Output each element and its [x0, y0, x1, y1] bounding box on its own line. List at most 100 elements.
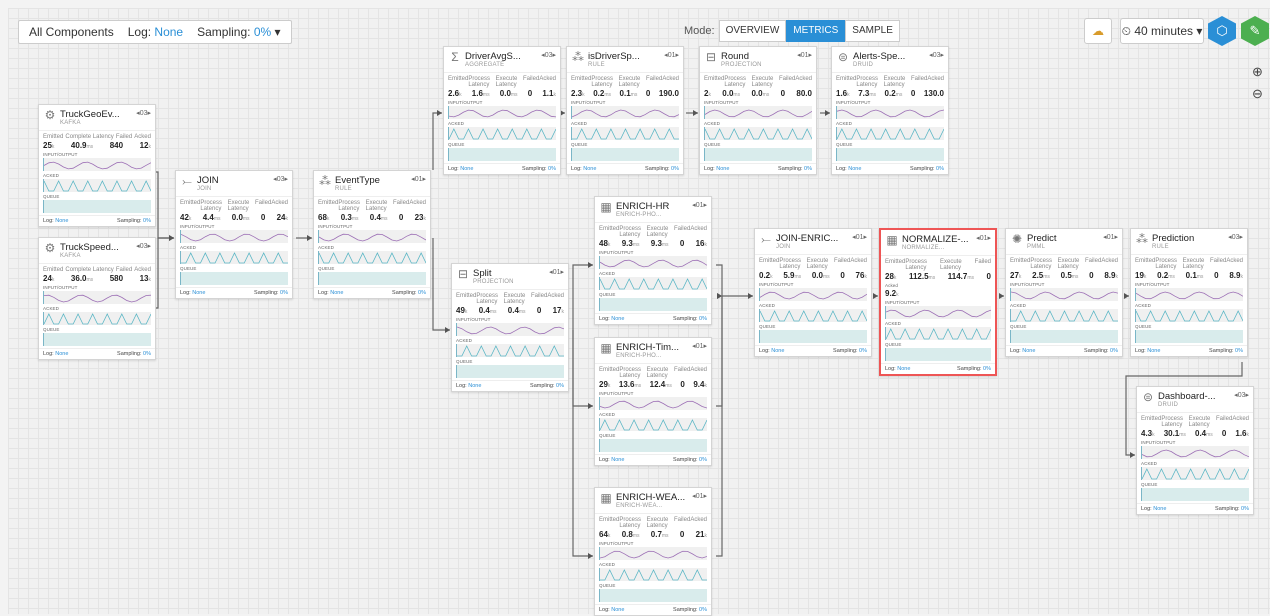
chevron-right-icon[interactable]: ▸: [422, 176, 426, 183]
node-sampling-setting[interactable]: Sampling: 0%: [778, 166, 812, 172]
node-log-setting[interactable]: Log: None: [180, 290, 205, 296]
node-log-setting[interactable]: Log: None: [456, 383, 481, 389]
node-sampling-setting[interactable]: Sampling: 0%: [392, 290, 426, 296]
node-sampling-setting[interactable]: Sampling: 0%: [522, 166, 556, 172]
metric-number: 0.1: [619, 89, 631, 98]
node-log-setting[interactable]: Log: None: [599, 607, 624, 613]
parallelism-control[interactable]: ◂03▸: [1228, 233, 1243, 241]
node-sampling-setting[interactable]: Sampling: 0%: [957, 366, 991, 372]
node-enrich-wea[interactable]: ▦ ENRICH-WEA... ENRICH-WEA... ◂01▸ Emitted Pr…: [594, 487, 712, 616]
node-sampling-setting[interactable]: Sampling: 0%: [1084, 348, 1118, 354]
node-log-setting[interactable]: Log: None: [1010, 348, 1035, 354]
chevron-right-icon[interactable]: ▸: [940, 52, 944, 59]
node-type: NORMALIZE...: [902, 245, 945, 251]
node-round[interactable]: ⊟ Round PROJECTION ◂01▸ Emitted Process Laten…: [699, 46, 817, 175]
zoom-out-icon[interactable]: ⊖: [1252, 86, 1263, 102]
log-level-dropdown[interactable]: Log: None: [128, 25, 183, 39]
parallelism-control[interactable]: ◂01▸: [549, 268, 564, 276]
chevron-right-icon[interactable]: ▸: [675, 52, 679, 59]
parallelism-control[interactable]: ◂01▸: [692, 201, 707, 209]
node-prediction[interactable]: ⁂ Prediction RULE ◂03▸ Emitted Process Latenc…: [1130, 228, 1248, 357]
node-log-setting[interactable]: Log: None: [1135, 348, 1160, 354]
parallelism-control[interactable]: ◂03▸: [136, 109, 151, 117]
parallelism-control[interactable]: ◂01▸: [692, 342, 707, 350]
node-isdriversp[interactable]: ⁂ isDriverSp... RULE ◂01▸ Emitted Process Lat…: [566, 46, 684, 175]
node-dashboard[interactable]: ⊜ Dashboard-... DRUID ◂03▸ Emitted Process La…: [1136, 386, 1254, 515]
parallelism-control[interactable]: ◂01▸: [664, 51, 679, 59]
node-log-setting[interactable]: Log: None: [571, 166, 596, 172]
parallelism-control[interactable]: ◂03▸: [929, 51, 944, 59]
chevron-right-icon[interactable]: ▸: [1239, 234, 1243, 241]
chevron-right-icon[interactable]: ▸: [147, 110, 151, 117]
acked-chart: [448, 127, 556, 140]
node-sampling-setting[interactable]: Sampling: 0%: [673, 457, 707, 463]
parallelism-control[interactable]: ◂01▸: [976, 234, 991, 242]
mode-metrics-button[interactable]: METRICS: [786, 20, 846, 42]
refresh-metrics-button[interactable]: ☁: [1084, 18, 1112, 44]
node-truckgeo[interactable]: ⚙ TruckGeoEv... KAFKA ◂03▸ Emitted Complete L…: [38, 104, 156, 227]
chevron-right-icon[interactable]: ▸: [147, 243, 151, 250]
node-enrich-tim[interactable]: ▦ ENRICH-Tim... ENRICH-PHO... ◂01▸ Emitted Pr…: [594, 337, 712, 466]
node-log-setting[interactable]: Log: None: [43, 218, 68, 224]
mode-overview-button[interactable]: OVERVIEW: [718, 20, 787, 42]
node-log-setting[interactable]: Log: None: [836, 166, 861, 172]
parallelism-control[interactable]: ◂03▸: [273, 175, 288, 183]
parallelism-control[interactable]: ◂01▸: [852, 233, 867, 241]
parallelism-control[interactable]: ◂01▸: [692, 492, 707, 500]
all-components-dropdown[interactable]: All Components: [29, 25, 114, 39]
node-sampling-setting[interactable]: Sampling: 0%: [1209, 348, 1243, 354]
node-log-setting[interactable]: Log: None: [448, 166, 473, 172]
node-normalize[interactable]: ▦ NORMALIZE-... NORMALIZE... ◂01▸ Emitted Pro…: [879, 228, 997, 376]
node-eventtype[interactable]: ⁂ EventType RULE ◂01▸ Emitted Process Latency…: [313, 170, 431, 299]
parallelism-control[interactable]: ◂03▸: [1234, 391, 1249, 399]
node-log-setting[interactable]: Log: None: [43, 351, 68, 357]
chevron-right-icon[interactable]: ▸: [552, 52, 556, 59]
node-join-enric[interactable]: ⤚ JOIN-ENRIC... JOIN ◂01▸ Emitted Process Lat…: [754, 228, 872, 357]
chevron-right-icon[interactable]: ▸: [703, 493, 707, 500]
node-sampling-setting[interactable]: Sampling: 0%: [1215, 506, 1249, 512]
node-sampling-setting[interactable]: Sampling: 0%: [117, 351, 151, 357]
node-log-setting[interactable]: Log: None: [318, 290, 343, 296]
node-sampling-setting[interactable]: Sampling: 0%: [530, 383, 564, 389]
time-range-dropdown[interactable]: ⏲ 40 minutes ▾: [1120, 18, 1204, 44]
node-log-setting[interactable]: Log: None: [1141, 506, 1166, 512]
mode-sample-button[interactable]: SAMPLE: [845, 20, 900, 42]
node-log-setting[interactable]: Log: None: [759, 348, 784, 354]
node-split[interactable]: ⊟ Split PROJECTION ◂01▸ Emitted Process Laten…: [451, 263, 569, 392]
metric-header: Failed: [833, 258, 851, 264]
node-log-setting[interactable]: Log: None: [885, 366, 910, 372]
node-log-setting[interactable]: Log: None: [704, 166, 729, 172]
node-sampling-setting[interactable]: Sampling: 0%: [645, 166, 679, 172]
parallelism-control[interactable]: ◂03▸: [136, 242, 151, 250]
chevron-right-icon[interactable]: ▸: [1245, 392, 1249, 399]
parallelism-control[interactable]: ◂01▸: [1103, 233, 1118, 241]
zoom-in-icon[interactable]: ⊕: [1252, 64, 1263, 80]
node-sampling-setting[interactable]: Sampling: 0%: [673, 607, 707, 613]
node-sampling-setting[interactable]: Sampling: 0%: [117, 218, 151, 224]
node-sampling-setting[interactable]: Sampling: 0%: [910, 166, 944, 172]
chevron-right-icon[interactable]: ▸: [987, 235, 991, 242]
chevron-right-icon[interactable]: ▸: [284, 176, 288, 183]
node-join[interactable]: ⤚ JOIN JOIN ◂03▸ Emitted Process Latency Execu…: [175, 170, 293, 299]
node-alerts[interactable]: ⊜ Alerts-Spe... DRUID ◂03▸ Emitted Process La…: [831, 46, 949, 175]
node-log-setting[interactable]: Log: None: [599, 457, 624, 463]
chevron-right-icon[interactable]: ▸: [808, 52, 812, 59]
node-enrich-hr[interactable]: ▦ ENRICH-HR ENRICH-PHO... ◂01▸ Emitted Proces…: [594, 196, 712, 325]
node-predict[interactable]: ✺ Predict PMML ◂01▸ Emitted Process Latency Ex…: [1005, 228, 1123, 357]
node-sampling-setting[interactable]: Sampling: 0%: [254, 290, 288, 296]
node-log-setting[interactable]: Log: None: [599, 316, 624, 322]
chevron-right-icon[interactable]: ▸: [560, 269, 564, 276]
chevron-right-icon[interactable]: ▸: [1114, 234, 1118, 241]
parallelism-control[interactable]: ◂03▸: [541, 51, 556, 59]
chart-section-label: QUEUE: [1135, 324, 1152, 329]
sampling-dropdown[interactable]: Sampling: 0% ▾: [197, 25, 280, 39]
chevron-right-icon[interactable]: ▸: [703, 343, 707, 350]
node-truckspeed[interactable]: ⚙ TruckSpeed... KAFKA ◂03▸ Emitted Complete L…: [38, 237, 156, 360]
parallelism-control[interactable]: ◂01▸: [411, 175, 426, 183]
chevron-right-icon[interactable]: ▸: [703, 202, 707, 209]
node-driveravg[interactable]: Σ DriverAvgS... AGGREGATE ◂03▸ Emitted Proces…: [443, 46, 561, 175]
parallelism-control[interactable]: ◂01▸: [797, 51, 812, 59]
chevron-right-icon[interactable]: ▸: [863, 234, 867, 241]
node-sampling-setting[interactable]: Sampling: 0%: [833, 348, 867, 354]
node-sampling-setting[interactable]: Sampling: 0%: [673, 316, 707, 322]
